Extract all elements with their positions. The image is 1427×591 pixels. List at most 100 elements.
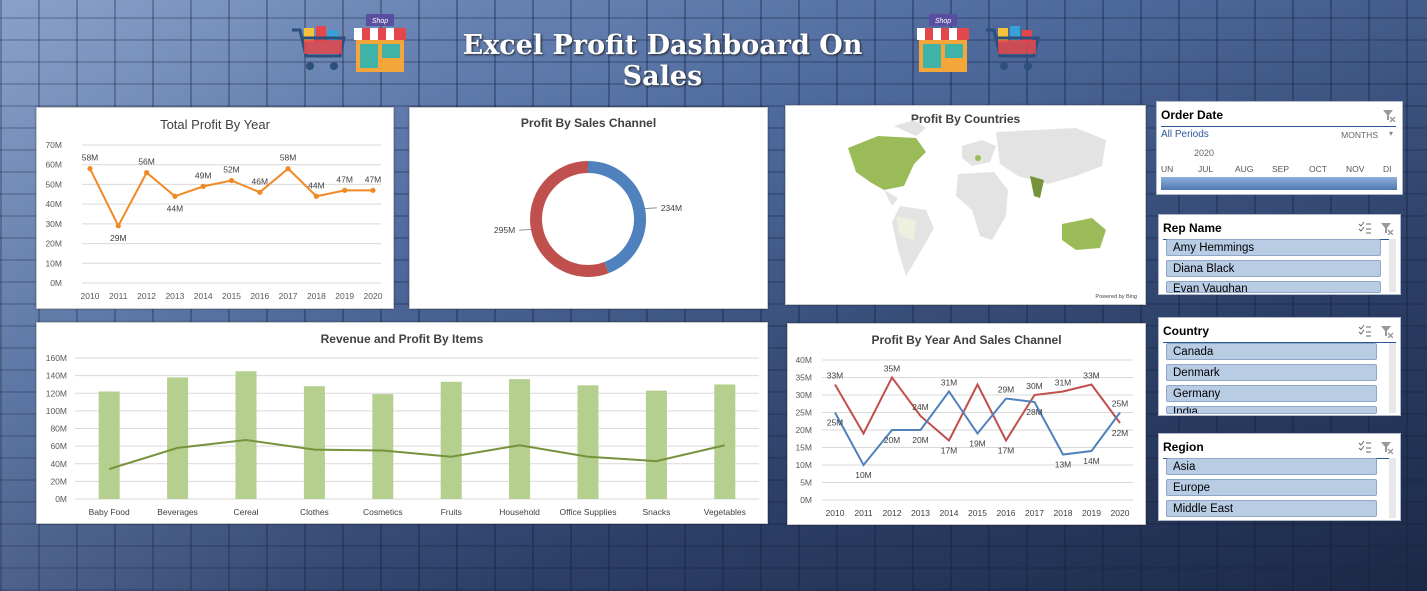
timeline-month-label[interactable]: OCT xyxy=(1309,164,1327,174)
data-label: 35M xyxy=(884,364,901,374)
timeline-month-label[interactable]: AUG xyxy=(1235,164,1253,174)
leader-line xyxy=(645,207,657,209)
slicer-item[interactable]: Middle East xyxy=(1166,500,1377,517)
rep-name-slicer[interactable]: Rep Name Amy Hemmings Diana Black Evan V… xyxy=(1158,214,1401,295)
data-label: 19M xyxy=(969,439,986,449)
data-point xyxy=(200,183,206,189)
y-tick-label: 50M xyxy=(45,179,62,189)
shop-icon: Shop xyxy=(354,14,406,72)
map-africa xyxy=(956,172,1008,240)
slicer-item[interactable]: Diana Black xyxy=(1166,260,1381,277)
page-title: Excel Profit Dashboard On Sales xyxy=(462,30,863,92)
data-label: 33M xyxy=(1083,371,1100,381)
timeline-month-label[interactable]: UN xyxy=(1161,164,1173,174)
period-unit-select[interactable]: MONTHS xyxy=(1341,130,1378,140)
profit-by-year-channel-chart[interactable]: Profit By Year And Sales Channel 40M 35M 3… xyxy=(787,323,1146,525)
map-europe xyxy=(962,140,996,166)
profit-by-year-channel-plot: 40M 35M 30M 25M 20M 15M 10M 5M 0M 2010 2011 2012 201… xyxy=(795,355,1133,518)
clear-filter-icon[interactable] xyxy=(1380,324,1394,338)
y-tick-label: 60M xyxy=(50,441,67,451)
x-tick-label: 2013 xyxy=(911,508,930,518)
data-label: 47M xyxy=(336,174,353,184)
x-tick-label: 2016 xyxy=(250,291,269,301)
clear-filter-icon[interactable] xyxy=(1380,221,1394,235)
profit-by-countries-map[interactable]: Profit By Countries Powered by Bing xyxy=(785,105,1146,305)
y-tick-label: 160M xyxy=(46,353,67,363)
timeline-month-label[interactable]: NOV xyxy=(1346,164,1364,174)
timeline-bar[interactable] xyxy=(1161,177,1397,190)
timeline-month-label[interactable]: JUL xyxy=(1198,164,1213,174)
x-tick-label: Cosmetics xyxy=(363,507,403,517)
slicer-scrollbar[interactable] xyxy=(1389,458,1396,518)
data-point xyxy=(172,193,178,199)
x-tick-label: Vegetables xyxy=(704,507,746,517)
slicer-item[interactable]: Evan Vaughan xyxy=(1166,281,1381,293)
data-label: 24M xyxy=(912,402,929,412)
multi-select-icon[interactable] xyxy=(1358,324,1372,338)
slicer-item[interactable]: Asia xyxy=(1166,458,1377,475)
slicer-scrollbar[interactable] xyxy=(1389,343,1396,413)
data-label: 20M xyxy=(912,435,929,445)
multi-select-icon[interactable] xyxy=(1358,221,1372,235)
order-date-timeline[interactable]: Order Date All Periods MONTHS ▾ 2020 UN J… xyxy=(1156,101,1403,195)
slicer-item[interactable]: Denmark xyxy=(1166,364,1377,381)
data-label: 22M xyxy=(1112,428,1129,438)
slicer-title: Order Date xyxy=(1161,108,1224,122)
region-slicer[interactable]: Region Asia Europe Middle East xyxy=(1158,433,1401,521)
data-point xyxy=(342,187,348,193)
map-central-america xyxy=(884,190,898,206)
data-point xyxy=(285,166,291,172)
slicer-item[interactable]: India xyxy=(1166,406,1377,414)
data-label: 14M xyxy=(1083,456,1100,466)
multi-select-icon[interactable] xyxy=(1358,440,1372,454)
y-tick-label: 5M xyxy=(800,478,812,488)
data-label: 58M xyxy=(82,153,99,163)
revenue-bar xyxy=(577,385,599,499)
x-tick-label: 2010 xyxy=(81,291,100,301)
map-north-america xyxy=(848,136,926,190)
clear-filter-icon[interactable] xyxy=(1380,440,1394,454)
data-label: 46M xyxy=(252,176,269,186)
data-label: 29M xyxy=(998,385,1015,395)
slicer-item[interactable]: Germany xyxy=(1166,385,1377,402)
slicer-scrollbar[interactable] xyxy=(1389,239,1396,292)
y-tick-label: 80M xyxy=(50,424,67,434)
data-label: 13M xyxy=(1055,460,1072,470)
y-tick-label: 25M xyxy=(795,408,812,418)
y-tick-label: 40M xyxy=(45,199,62,209)
data-label: 31M xyxy=(1055,378,1072,388)
slicer-item[interactable]: Amy Hemmings xyxy=(1166,239,1381,256)
y-tick-label: 100M xyxy=(46,406,67,416)
y-tick-label: 10M xyxy=(45,258,62,268)
data-point xyxy=(144,170,150,176)
slicer-title: Region xyxy=(1163,440,1204,454)
timeline-month-label[interactable]: SEP xyxy=(1272,164,1289,174)
x-tick-label: Snacks xyxy=(642,507,670,517)
profit-by-channel-chart[interactable]: Profit By Sales Channel 234M 295M xyxy=(409,107,768,309)
data-point xyxy=(87,166,93,172)
revenue-profit-by-items-chart[interactable]: Revenue and Profit By Items 160M 140M 120M… xyxy=(36,322,768,524)
country-slicer[interactable]: Country Canada Denmark Germany India xyxy=(1158,317,1401,416)
timeline-month-label[interactable]: DI xyxy=(1383,164,1392,174)
revenue-bar xyxy=(509,379,531,499)
data-label: 28M xyxy=(1026,407,1043,417)
x-tick-label: 2015 xyxy=(222,291,241,301)
x-tick-label: 2011 xyxy=(109,291,128,301)
chevron-down-icon[interactable]: ▾ xyxy=(1389,129,1393,138)
slicer-item[interactable]: Canada xyxy=(1166,343,1377,360)
x-tick-label: Fruits xyxy=(441,507,462,517)
clear-filter-icon[interactable] xyxy=(1382,108,1396,122)
profit-by-year-chart[interactable]: Total Profit By Year 70M 60M 50M 40M 30M 20M 1… xyxy=(36,107,394,309)
data-label: 44M xyxy=(167,203,184,213)
data-label: 17M xyxy=(941,446,958,456)
slicer-item[interactable]: Europe xyxy=(1166,479,1377,496)
x-tick-label: 2018 xyxy=(1054,508,1073,518)
svg-text:Shop: Shop xyxy=(372,18,388,25)
x-tick-label: 2012 xyxy=(883,508,902,518)
data-label: 25M xyxy=(1112,399,1129,409)
revenue-bar xyxy=(98,391,120,499)
x-tick-label: Household xyxy=(499,507,540,517)
svg-text:Shop: Shop xyxy=(935,18,951,25)
y-tick-label: 0M xyxy=(800,495,812,505)
all-periods-label[interactable]: All Periods xyxy=(1161,129,1209,140)
